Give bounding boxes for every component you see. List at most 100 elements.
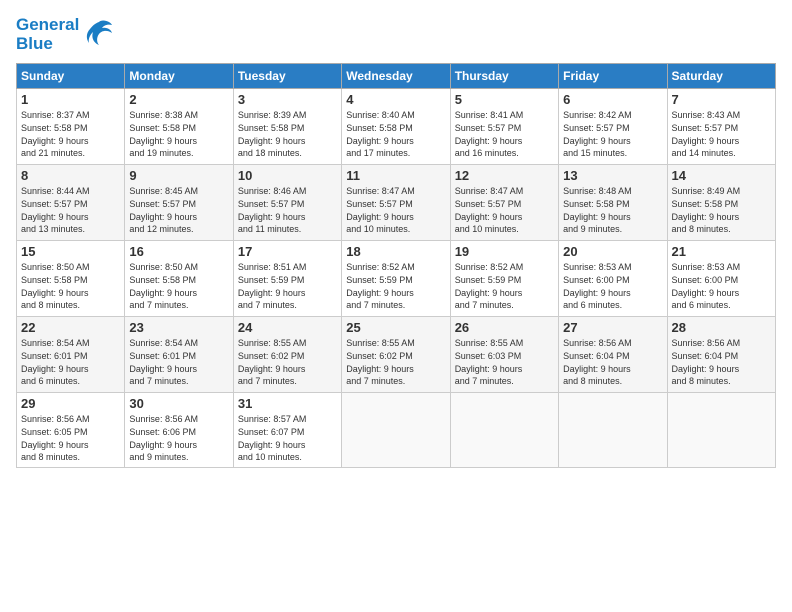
table-cell: 21 Sunrise: 8:53 AMSunset: 6:00 PMDayligh… (667, 241, 775, 317)
day-info: Sunrise: 8:51 AMSunset: 5:59 PMDaylight:… (238, 262, 307, 310)
day-info: Sunrise: 8:50 AMSunset: 5:58 PMDaylight:… (129, 262, 198, 310)
table-cell: 12Sunrise: 8:47 AMSunset: 5:57 PMDayligh… (450, 165, 558, 241)
day-number: 25 (346, 320, 445, 335)
day-number: 6 (563, 92, 662, 107)
day-number: 28 (672, 320, 771, 335)
day-info: Sunrise: 8:53 AMSunset: 6:00 PMDaylight:… (563, 262, 632, 310)
day-number: 29 (21, 396, 120, 411)
day-number: 5 (455, 92, 554, 107)
day-number: 9 (129, 168, 228, 183)
day-info: Sunrise: 8:43 AMSunset: 5:57 PMDaylight:… (672, 110, 741, 158)
day-number: 20 (563, 244, 662, 259)
table-cell: 16 Sunrise: 8:50 AMSunset: 5:58 PMDayligh… (125, 241, 233, 317)
table-cell: 30 Sunrise: 8:56 AMSunset: 6:06 PMDayligh… (125, 393, 233, 467)
day-info: Sunrise: 8:45 AMSunset: 5:57 PMDaylight:… (129, 186, 198, 234)
day-number: 22 (21, 320, 120, 335)
col-friday: Friday (559, 64, 667, 89)
logo-general: General (16, 16, 79, 35)
day-info: Sunrise: 8:50 AMSunset: 5:58 PMDaylight:… (21, 262, 90, 310)
day-number: 23 (129, 320, 228, 335)
day-info: Sunrise: 8:49 AMSunset: 5:58 PMDaylight:… (672, 186, 741, 234)
header-row: Sunday Monday Tuesday Wednesday Thursday… (17, 64, 776, 89)
day-info: Sunrise: 8:55 AMSunset: 6:03 PMDaylight:… (455, 338, 524, 386)
day-number: 21 (672, 244, 771, 259)
header: General Blue (16, 16, 776, 53)
col-thursday: Thursday (450, 64, 558, 89)
day-number: 12 (455, 168, 554, 183)
day-number: 10 (238, 168, 337, 183)
table-cell: 5 Sunrise: 8:41 AMSunset: 5:57 PMDaylight… (450, 89, 558, 165)
day-info: Sunrise: 8:53 AMSunset: 6:00 PMDaylight:… (672, 262, 741, 310)
day-number: 11 (346, 168, 445, 183)
day-info: Sunrise: 8:56 AMSunset: 6:04 PMDaylight:… (672, 338, 741, 386)
day-info: Sunrise: 8:46 AMSunset: 5:57 PMDaylight:… (238, 186, 307, 234)
table-cell: 28 Sunrise: 8:56 AMSunset: 6:04 PMDayligh… (667, 317, 775, 393)
day-number: 24 (238, 320, 337, 335)
day-number: 3 (238, 92, 337, 107)
day-number: 4 (346, 92, 445, 107)
day-number: 26 (455, 320, 554, 335)
day-info: Sunrise: 8:52 AMSunset: 5:59 PMDaylight:… (455, 262, 524, 310)
table-cell: 22 Sunrise: 8:54 AMSunset: 6:01 PMDayligh… (17, 317, 125, 393)
day-number: 13 (563, 168, 662, 183)
day-info: Sunrise: 8:56 AMSunset: 6:04 PMDaylight:… (563, 338, 632, 386)
table-cell: 11 Sunrise: 8:47 AMSunset: 5:57 PMDayligh… (342, 165, 450, 241)
table-cell: 31Sunrise: 8:57 AMSunset: 6:07 PMDayligh… (233, 393, 341, 467)
table-cell: 26 Sunrise: 8:55 AMSunset: 6:03 PMDayligh… (450, 317, 558, 393)
day-number: 19 (455, 244, 554, 259)
day-number: 2 (129, 92, 228, 107)
col-monday: Monday (125, 64, 233, 89)
day-info: Sunrise: 8:47 AMSunset: 5:57 PMDaylight:… (346, 186, 415, 234)
table-cell: 20 Sunrise: 8:53 AMSunset: 6:00 PMDayligh… (559, 241, 667, 317)
day-info: Sunrise: 8:39 AMSunset: 5:58 PMDaylight:… (238, 110, 307, 158)
table-cell: 2Sunrise: 8:38 AMSunset: 5:58 PMDaylight… (125, 89, 233, 165)
logo-bird-icon (84, 17, 114, 52)
day-number: 31 (238, 396, 337, 411)
table-cell: 24 Sunrise: 8:55 AMSunset: 6:02 PMDayligh… (233, 317, 341, 393)
day-info: Sunrise: 8:56 AMSunset: 6:05 PMDaylight:… (21, 414, 90, 462)
day-number: 1 (21, 92, 120, 107)
day-number: 14 (672, 168, 771, 183)
table-cell (450, 393, 558, 467)
table-cell: 17 Sunrise: 8:51 AMSunset: 5:59 PMDayligh… (233, 241, 341, 317)
day-number: 17 (238, 244, 337, 259)
table-cell (559, 393, 667, 467)
day-info: Sunrise: 8:56 AMSunset: 6:06 PMDaylight:… (129, 414, 198, 462)
day-info: Sunrise: 8:44 AMSunset: 5:57 PMDaylight:… (21, 186, 90, 234)
logo-blue: Blue (16, 35, 79, 54)
table-cell: 6 Sunrise: 8:42 AMSunset: 5:57 PMDaylight… (559, 89, 667, 165)
day-info: Sunrise: 8:52 AMSunset: 5:59 PMDaylight:… (346, 262, 415, 310)
day-info: Sunrise: 8:42 AMSunset: 5:57 PMDaylight:… (563, 110, 632, 158)
day-number: 7 (672, 92, 771, 107)
calendar-table: Sunday Monday Tuesday Wednesday Thursday… (16, 63, 776, 467)
table-cell: 3 Sunrise: 8:39 AMSunset: 5:58 PMDaylight… (233, 89, 341, 165)
table-cell (667, 393, 775, 467)
table-cell: 4Sunrise: 8:40 AMSunset: 5:58 PMDaylight… (342, 89, 450, 165)
day-number: 30 (129, 396, 228, 411)
day-number: 15 (21, 244, 120, 259)
day-info: Sunrise: 8:54 AMSunset: 6:01 PMDaylight:… (21, 338, 90, 386)
table-cell: 29 Sunrise: 8:56 AMSunset: 6:05 PMDayligh… (17, 393, 125, 467)
table-cell: 10 Sunrise: 8:46 AMSunset: 5:57 PMDayligh… (233, 165, 341, 241)
day-number: 16 (129, 244, 228, 259)
day-info: Sunrise: 8:55 AMSunset: 6:02 PMDaylight:… (346, 338, 415, 386)
table-cell: 25 Sunrise: 8:55 AMSunset: 6:02 PMDayligh… (342, 317, 450, 393)
table-cell: 18 Sunrise: 8:52 AMSunset: 5:59 PMDayligh… (342, 241, 450, 317)
logo: General Blue (16, 16, 114, 53)
day-info: Sunrise: 8:54 AMSunset: 6:01 PMDaylight:… (129, 338, 198, 386)
table-cell: 14 Sunrise: 8:49 AMSunset: 5:58 PMDayligh… (667, 165, 775, 241)
col-sunday: Sunday (17, 64, 125, 89)
table-cell: 7 Sunrise: 8:43 AMSunset: 5:57 PMDaylight… (667, 89, 775, 165)
table-cell: 27Sunrise: 8:56 AMSunset: 6:04 PMDayligh… (559, 317, 667, 393)
day-info: Sunrise: 8:55 AMSunset: 6:02 PMDaylight:… (238, 338, 307, 386)
day-info: Sunrise: 8:37 AMSunset: 5:58 PMDaylight:… (21, 110, 90, 158)
table-cell: 9 Sunrise: 8:45 AMSunset: 5:57 PMDaylight… (125, 165, 233, 241)
page-container: General Blue Sunday Monday (0, 0, 792, 478)
col-saturday: Saturday (667, 64, 775, 89)
table-cell: 1 Sunrise: 8:37 AMSunset: 5:58 PMDaylight… (17, 89, 125, 165)
table-cell: 19 Sunrise: 8:52 AMSunset: 5:59 PMDayligh… (450, 241, 558, 317)
day-number: 18 (346, 244, 445, 259)
table-cell: 23 Sunrise: 8:54 AMSunset: 6:01 PMDayligh… (125, 317, 233, 393)
table-cell: 13Sunrise: 8:48 AMSunset: 5:58 PMDayligh… (559, 165, 667, 241)
day-info: Sunrise: 8:41 AMSunset: 5:57 PMDaylight:… (455, 110, 524, 158)
